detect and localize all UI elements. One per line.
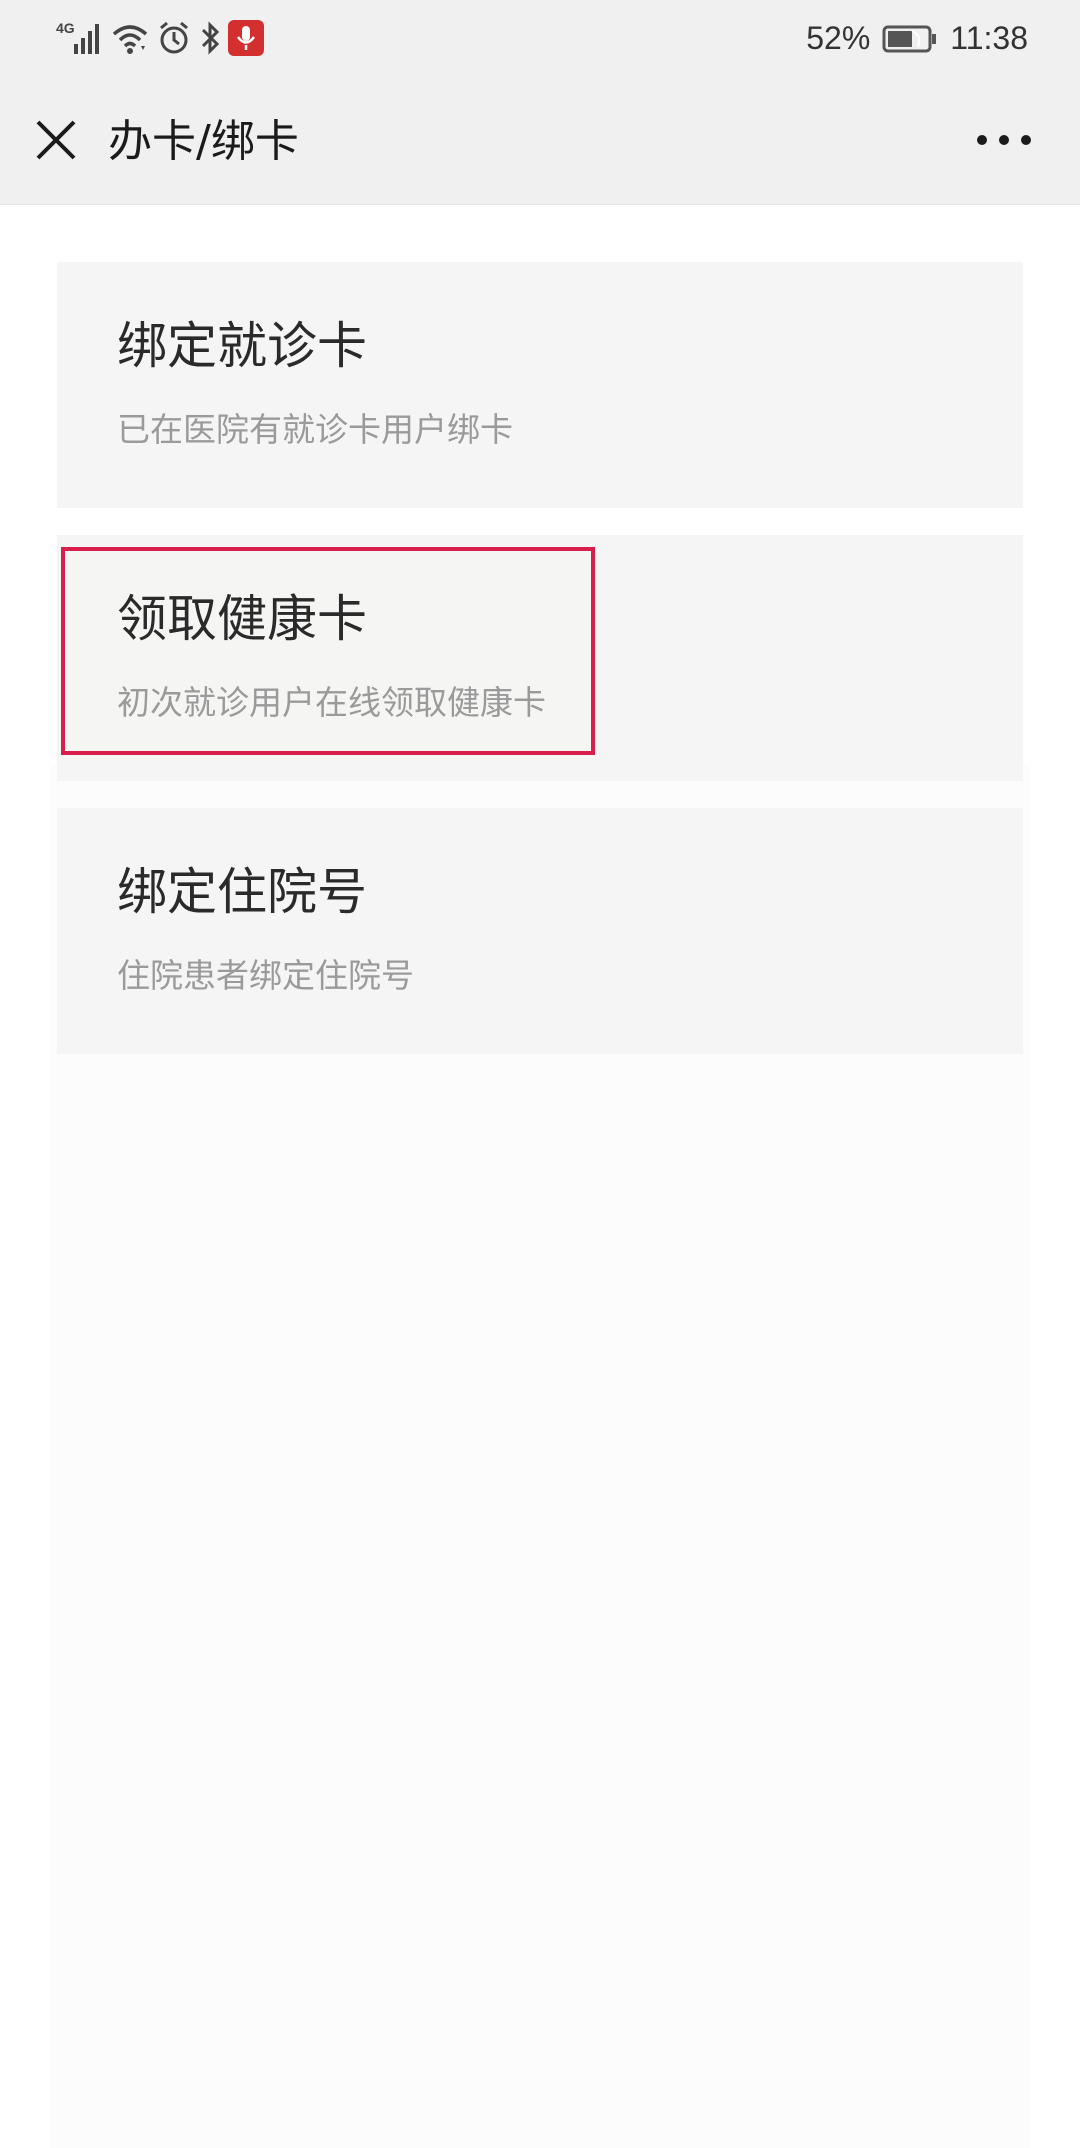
card-title: 绑定就诊卡	[117, 317, 367, 375]
highlight-box	[61, 547, 595, 755]
status-icons-left: 4G	[56, 14, 264, 62]
close-icon	[36, 120, 76, 160]
page-title: 办卡/绑卡	[108, 116, 299, 167]
wifi-icon	[110, 20, 150, 56]
card-subtitle: 住院患者绑定住院号	[117, 956, 414, 995]
more-dots-icon	[977, 135, 1031, 145]
card-bind-inpatient-number[interactable]: 绑定住院号 住院患者绑定住院号	[57, 808, 1023, 1054]
status-icons-right: 52% 11:38	[806, 14, 1028, 62]
navigation-bar: 办卡/绑卡	[0, 76, 1080, 205]
clock-time: 11:38	[950, 19, 1028, 56]
main-content: 绑定就诊卡 已在医院有就诊卡用户绑卡 领取健康卡 初次就诊用户在线领取健康卡 绑…	[0, 205, 1080, 2148]
bluetooth-icon	[198, 20, 222, 56]
more-options-button[interactable]	[968, 116, 1040, 164]
card-title: 绑定住院号	[117, 863, 367, 921]
card-subtitle: 已在医院有就诊卡用户绑卡	[117, 410, 513, 449]
status-bar: 4G 52% 11:38	[0, 0, 1080, 76]
microphone-icon	[228, 20, 264, 56]
battery-icon	[882, 24, 938, 53]
card-bind-visit-card[interactable]: 绑定就诊卡 已在医院有就诊卡用户绑卡	[57, 262, 1023, 508]
card-subtitle: 初次就诊用户在线领取健康卡	[117, 683, 546, 722]
signal-4g-icon: 4G	[56, 20, 104, 56]
battery-percent: 52%	[806, 19, 871, 56]
card-title: 领取健康卡	[117, 590, 367, 648]
card-get-health-card[interactable]: 领取健康卡 初次就诊用户在线领取健康卡	[57, 535, 1023, 781]
close-button[interactable]	[28, 112, 84, 168]
alarm-icon	[156, 20, 192, 56]
